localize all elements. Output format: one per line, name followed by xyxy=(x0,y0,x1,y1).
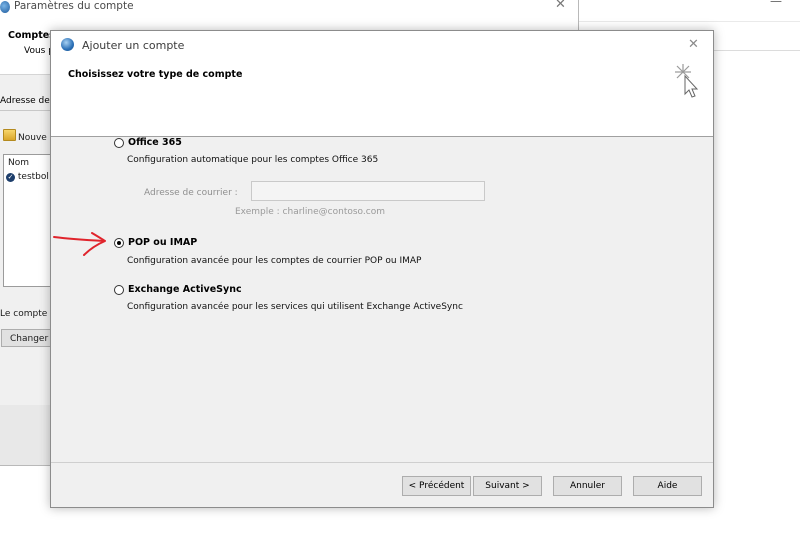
radio-exchange-activesync[interactable]: Exchange ActiveSync xyxy=(114,284,242,295)
outlook-icon xyxy=(61,38,74,51)
next-button[interactable]: Suivant > xyxy=(473,476,542,496)
outlook-icon xyxy=(0,1,10,13)
section-heading: Comptes xyxy=(8,30,55,41)
email-input[interactable] xyxy=(251,181,485,201)
check-circle-icon: ✓ xyxy=(6,173,15,182)
new-account-label: Nouve xyxy=(18,133,47,143)
option-description: Configuration automatique pour les compt… xyxy=(127,155,379,165)
radio-label: Exchange ActiveSync xyxy=(128,284,242,295)
radio-button[interactable] xyxy=(114,137,124,148)
window-title: Paramètres du compte xyxy=(14,0,134,12)
option-description: Configuration avancée pour les services … xyxy=(127,302,463,312)
back-button[interactable]: < Précédent xyxy=(402,476,471,496)
option-description: Configuration avancée pour les comptes d… xyxy=(127,256,422,266)
radio-pop-imap[interactable]: POP ou IMAP xyxy=(114,237,197,248)
email-label: Adresse de courrier : xyxy=(144,188,238,198)
title-bar: Paramètres du compte ✕ xyxy=(0,0,578,21)
red-arrow-annotation xyxy=(53,232,106,256)
close-icon[interactable]: ✕ xyxy=(555,0,566,12)
dialog-heading: Choisissez votre type de compte xyxy=(68,69,243,80)
email-example: Exemple : charline@contoso.com xyxy=(235,207,385,217)
list-item[interactable]: ✓ testbol xyxy=(6,172,49,182)
radio-button[interactable] xyxy=(114,237,124,248)
minimize-icon[interactable]: — xyxy=(770,0,782,8)
radio-office365[interactable]: Office 365 xyxy=(114,137,182,148)
list-header-name[interactable]: Nom xyxy=(8,158,29,168)
tab-email-address[interactable]: Adresse de xyxy=(0,96,50,106)
cancel-button[interactable]: Annuler xyxy=(553,476,622,496)
dialog-title: Ajouter un compte xyxy=(82,39,185,52)
add-account-dialog: Ajouter un compte ✕ Choisissez votre typ… xyxy=(50,30,714,508)
new-account-button[interactable]: Nouve xyxy=(3,129,47,143)
radio-label: Office 365 xyxy=(128,137,182,148)
help-button[interactable]: Aide xyxy=(633,476,702,496)
dialog-title-bar: Ajouter un compte ✕ xyxy=(51,31,713,61)
footer-divider xyxy=(51,462,713,463)
new-account-icon xyxy=(3,129,16,141)
list-item-label: testbol xyxy=(17,172,49,182)
wizard-cursor-icon xyxy=(675,64,699,98)
close-icon[interactable]: ✕ xyxy=(688,37,699,52)
radio-button[interactable] xyxy=(114,284,124,295)
footer-text: Le compte xyxy=(0,309,48,319)
radio-label: POP ou IMAP xyxy=(128,237,198,248)
